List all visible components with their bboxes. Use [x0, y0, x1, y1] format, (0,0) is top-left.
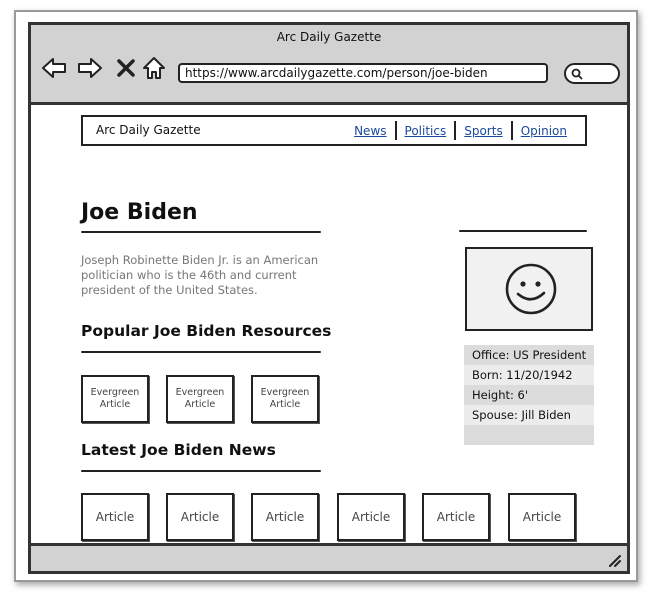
resource-card[interactable]: Evergreen Article: [166, 375, 234, 423]
fact-office: Office: US President: [464, 345, 594, 365]
page-title: Joe Biden: [81, 200, 198, 225]
nav-link-news[interactable]: News: [346, 122, 394, 140]
fact-height: Height: 6': [464, 385, 594, 405]
nav-link-politics[interactable]: Politics: [397, 122, 455, 140]
status-bar: [31, 543, 627, 571]
url-input[interactable]: https://www.arcdailygazette.com/person/j…: [178, 63, 548, 83]
nav-link-opinion[interactable]: Opinion: [513, 122, 575, 140]
title-underline: [81, 231, 321, 233]
resources-heading: Popular Joe Biden Resources: [81, 322, 332, 340]
news-article-card[interactable]: Article: [337, 493, 405, 541]
news-heading: Latest Joe Biden News: [81, 441, 276, 459]
forward-arrow-icon[interactable]: [77, 55, 103, 81]
fact-box: Office: US President Born: 11/20/1942 He…: [464, 345, 594, 445]
resize-grip-icon[interactable]: [607, 553, 621, 567]
news-article-card[interactable]: Article: [166, 493, 234, 541]
resource-card[interactable]: Evergreen Article: [251, 375, 319, 423]
person-bio: Joseph Robinette Biden Jr. is an America…: [81, 253, 319, 297]
news-article-card[interactable]: Article: [81, 493, 149, 541]
smiley-face-icon: [505, 263, 557, 315]
nav-link-sports[interactable]: Sports: [456, 122, 510, 140]
search-icon: [571, 68, 583, 80]
news-article-card[interactable]: Article: [251, 493, 319, 541]
search-field[interactable]: [564, 63, 620, 84]
site-nav: News Politics Sports Opinion: [346, 121, 575, 140]
site-name[interactable]: Arc Daily Gazette: [96, 123, 201, 137]
browser-window: Arc Daily Gazette https://www.arcdailyga…: [28, 22, 630, 574]
fact-born: Born: 11/20/1942: [464, 365, 594, 385]
news-article-card[interactable]: Article: [422, 493, 490, 541]
news-underline: [81, 470, 321, 472]
window-title: Arc Daily Gazette: [276, 30, 382, 44]
resources-underline: [81, 351, 321, 353]
window-frame: Arc Daily Gazette https://www.arcdailyga…: [14, 10, 638, 582]
fact-spouse: Spouse: Jill Biden: [464, 405, 594, 425]
person-photo: [465, 247, 593, 331]
browser-toolbar: Arc Daily Gazette https://www.arcdailyga…: [31, 25, 627, 105]
back-arrow-icon[interactable]: [41, 55, 67, 81]
home-icon[interactable]: [141, 55, 167, 81]
site-header: Arc Daily Gazette News Politics Sports O…: [81, 115, 587, 146]
sidebar-underline: [459, 230, 587, 232]
news-article-card[interactable]: Article: [508, 493, 576, 541]
fact-empty-row: [464, 425, 594, 445]
resource-card[interactable]: Evergreen Article: [81, 375, 149, 423]
close-icon[interactable]: [113, 55, 139, 81]
